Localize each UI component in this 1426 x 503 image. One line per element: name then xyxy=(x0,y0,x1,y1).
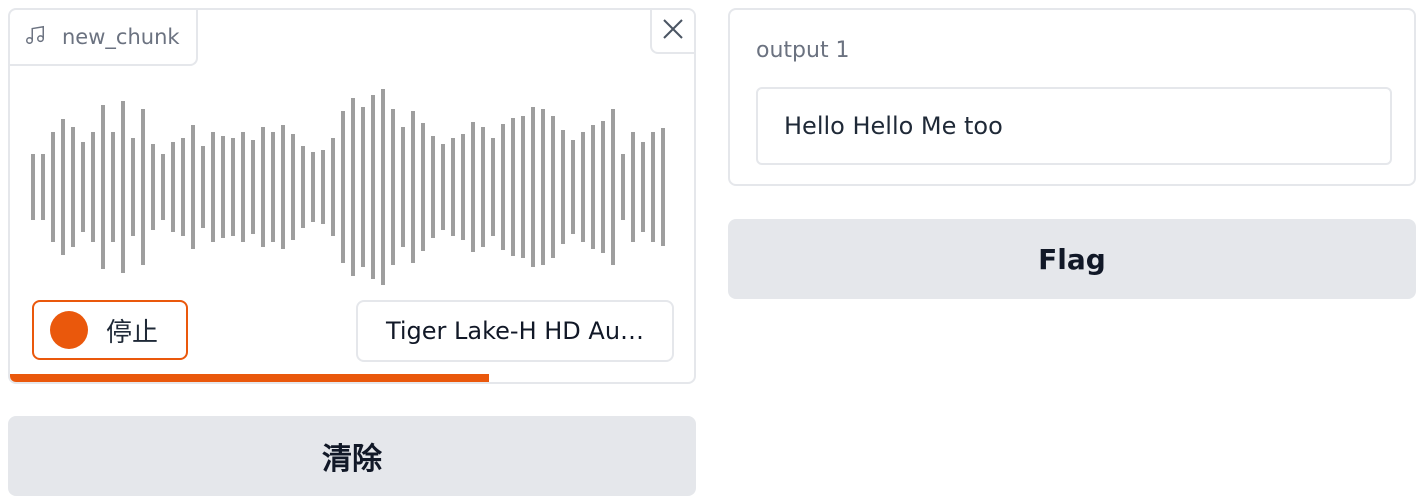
close-icon xyxy=(662,18,684,44)
microphone-device-select[interactable]: Tiger Lake-H HD Au… xyxy=(356,300,674,362)
recording-progress-bar xyxy=(10,374,694,382)
audio-input-panel: new_chunk 停止 Tiger Lake-H HD Au… xyxy=(8,8,696,384)
music-note-icon xyxy=(24,24,46,51)
clear-button[interactable]: 清除 xyxy=(8,416,696,496)
output-textbox[interactable]: Hello Hello Me too xyxy=(756,87,1392,165)
output-label: output 1 xyxy=(756,38,850,63)
audio-label: new_chunk xyxy=(62,25,180,49)
device-name: Tiger Lake-H HD Au… xyxy=(385,317,645,345)
close-button[interactable] xyxy=(650,10,694,54)
output-panel: output 1 Hello Hello Me too xyxy=(728,8,1416,186)
stop-label: 停止 xyxy=(106,317,159,348)
audio-label-tab: new_chunk xyxy=(10,10,198,66)
recording-progress-fill xyxy=(10,374,489,382)
stop-recording-button[interactable]: 停止 xyxy=(32,300,188,360)
flag-button[interactable]: Flag xyxy=(728,219,1416,299)
audio-waveform xyxy=(31,89,665,285)
output-value: Hello Hello Me too xyxy=(784,112,1003,140)
record-indicator-icon xyxy=(50,311,88,349)
